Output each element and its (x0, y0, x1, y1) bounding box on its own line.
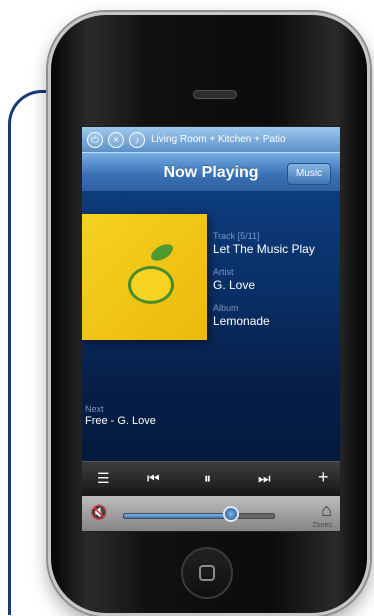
phone-frame: ⏻ × ♪ Living Room + Kitchen + Patio Now … (48, 12, 370, 616)
volume-bar: 🔇 ⌂ Zones (82, 496, 340, 531)
power-icon[interactable]: ⏻ (87, 131, 103, 148)
volume-handle[interactable] (223, 506, 239, 522)
album-name: Lemonade (213, 314, 270, 328)
app-screen: ⏻ × ♪ Living Room + Kitchen + Patio Now … (81, 126, 341, 532)
lemon-icon (128, 266, 174, 304)
earpiece-speaker (193, 90, 237, 99)
zones-label: Zones (312, 522, 332, 529)
next-track-icon[interactable]: ⏭ (258, 470, 271, 487)
mute-icon[interactable]: 🔇 (90, 504, 107, 521)
queue-icon[interactable]: ☰ (97, 470, 110, 487)
next-label: Next (85, 404, 104, 414)
volume-fill (124, 514, 232, 518)
volume-slider[interactable] (123, 513, 275, 519)
leaf-icon (148, 240, 176, 265)
title-bar: Now Playing Music (82, 152, 340, 192)
rooms-label: Living Room + Kitchen + Patio (151, 134, 286, 145)
album-art (82, 214, 207, 340)
previous-track-icon[interactable]: ⏮ (147, 470, 160, 487)
speaker-icon[interactable]: ♪ (129, 131, 145, 148)
album-label: Album (213, 303, 239, 313)
music-button[interactable]: Music (287, 163, 331, 185)
add-icon[interactable]: + (318, 467, 329, 488)
home-square-icon (199, 565, 215, 581)
transport-controls: ☰ ⏮ ⏸ ⏭ + (82, 461, 340, 498)
track-title: Let The Music Play (213, 242, 315, 256)
track-label: Track [5/11] (213, 231, 260, 241)
pause-icon[interactable]: ⏸ (204, 470, 211, 487)
rooms-bar[interactable]: ⏻ × ♪ Living Room + Kitchen + Patio (82, 127, 340, 152)
close-icon[interactable]: × (108, 131, 124, 148)
next-track: Free - G. Love (85, 415, 156, 427)
artist-name: G. Love (213, 278, 256, 292)
zones-icon[interactable]: ⌂ (321, 500, 332, 521)
home-button[interactable] (181, 547, 233, 599)
artist-label: Artist (213, 267, 234, 277)
